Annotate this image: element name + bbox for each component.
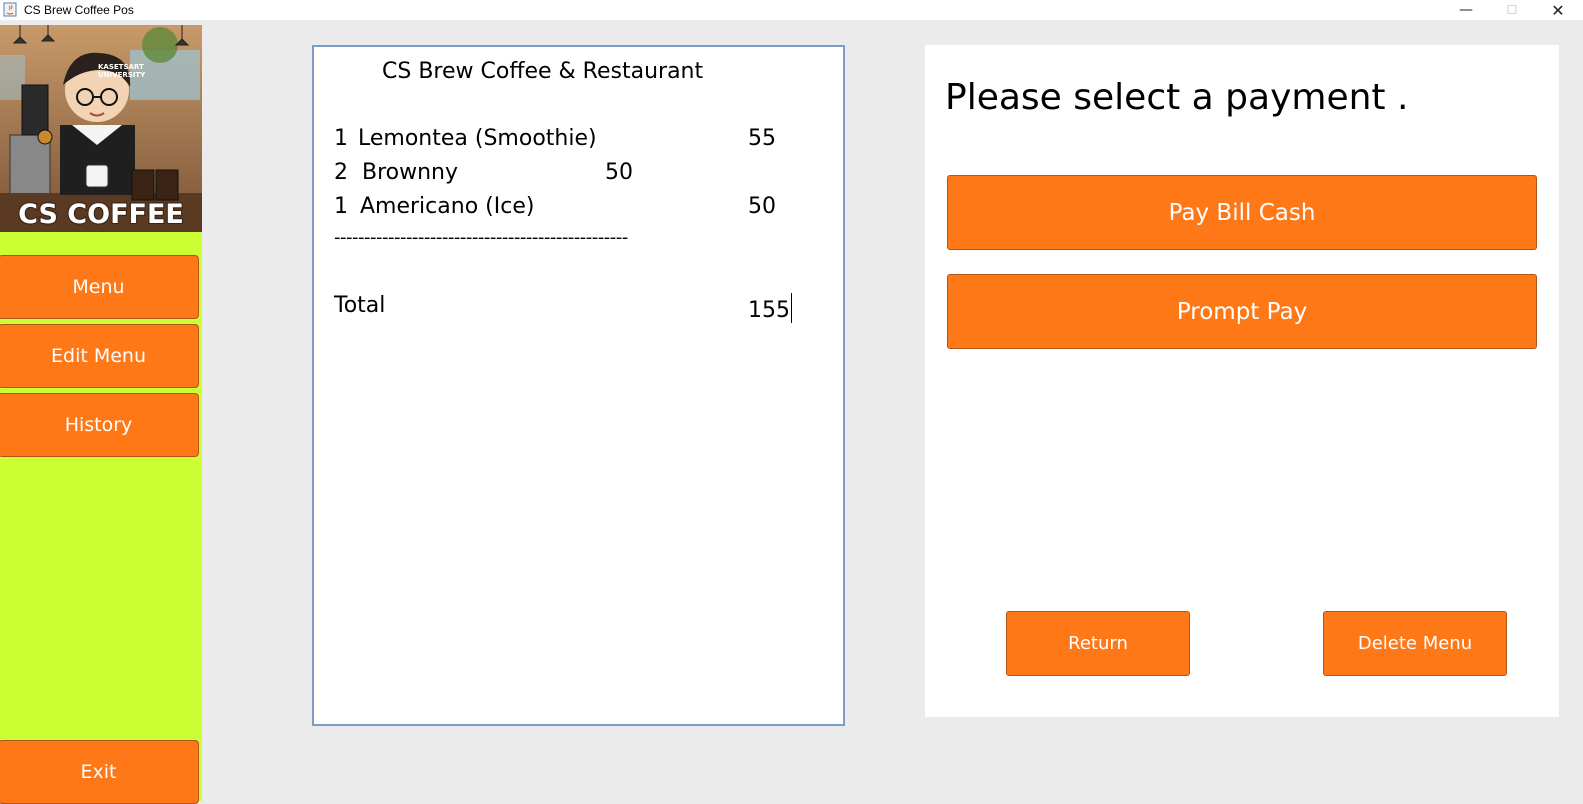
- receipt-item-price: 55: [748, 126, 776, 151]
- return-button[interactable]: Return: [1006, 611, 1190, 676]
- window-title: CS Brew Coffee Pos: [24, 3, 134, 17]
- delete-menu-button[interactable]: Delete Menu: [1323, 611, 1507, 676]
- prompt-pay-button[interactable]: Prompt Pay: [947, 274, 1537, 349]
- logo-illustration: KASETSART UNIVERSITY CS COFFEE: [0, 25, 202, 232]
- menu-button[interactable]: Menu: [0, 255, 199, 319]
- prompt-pay-label: Prompt Pay: [1176, 298, 1308, 325]
- receipt-item-price: 50: [605, 160, 633, 185]
- text-cursor: [791, 293, 792, 323]
- edit-menu-button[interactable]: Edit Menu: [0, 324, 199, 388]
- maximize-button[interactable]: ☐: [1489, 0, 1535, 20]
- edit-menu-button-label: Edit Menu: [51, 345, 146, 367]
- minimize-button[interactable]: —: [1443, 0, 1489, 20]
- history-button-label: History: [64, 414, 133, 436]
- cs-coffee-logo: KASETSART UNIVERSITY CS COFFEE: [0, 25, 202, 232]
- receipt-item-name: Lemontea (Smoothie): [358, 126, 597, 151]
- menu-button-label: Menu: [72, 276, 125, 298]
- svg-text:KASETSART: KASETSART: [98, 63, 144, 71]
- maximize-icon: ☐: [1506, 3, 1518, 17]
- history-button[interactable]: History: [0, 393, 199, 457]
- payment-prompt: Please select a payment .: [945, 77, 1409, 118]
- receipt-item-price: 50: [748, 194, 776, 219]
- close-button[interactable]: ✕: [1535, 0, 1581, 20]
- receipt-item-name: Americano (Ice): [360, 194, 535, 219]
- close-icon: ✕: [1551, 0, 1565, 20]
- receipt-total-value: 155: [748, 298, 790, 323]
- exit-button[interactable]: Exit: [0, 740, 199, 804]
- receipt-item-qty: 1: [334, 194, 348, 219]
- payment-panel: Please select a payment . Pay Bill Cash …: [925, 45, 1559, 717]
- receipt-item-qty: 1: [334, 126, 348, 151]
- title-bar: CS Brew Coffee Pos — ☐ ✕: [0, 0, 1583, 20]
- delete-menu-button-label: Delete Menu: [1357, 633, 1473, 654]
- receipt-item-name: Brownny: [362, 160, 459, 185]
- receipt-separator: ----------------------------------------…: [334, 227, 628, 248]
- receipt-header: CS Brew Coffee & Restaurant: [382, 59, 704, 84]
- java-app-icon: [3, 2, 17, 17]
- receipt-text-area[interactable]: CS Brew Coffee & Restaurant 1 Lemontea (…: [312, 45, 845, 726]
- pay-bill-cash-label: Pay Bill Cash: [1168, 199, 1316, 226]
- svg-text:CS COFFEE: CS COFFEE: [18, 199, 184, 230]
- svg-text:UNIVERSITY: UNIVERSITY: [98, 71, 146, 79]
- pay-bill-cash-button[interactable]: Pay Bill Cash: [947, 175, 1537, 250]
- sidebar: KASETSART UNIVERSITY CS COFFEE Menu Edit…: [0, 25, 202, 804]
- receipt-total-label: Total: [334, 293, 386, 318]
- receipt-item-qty: 2: [334, 160, 348, 185]
- exit-button-label: Exit: [80, 761, 117, 783]
- receipt-total-line: 155: [748, 293, 792, 323]
- return-button-label: Return: [1068, 633, 1128, 654]
- minimize-icon: —: [1459, 2, 1473, 18]
